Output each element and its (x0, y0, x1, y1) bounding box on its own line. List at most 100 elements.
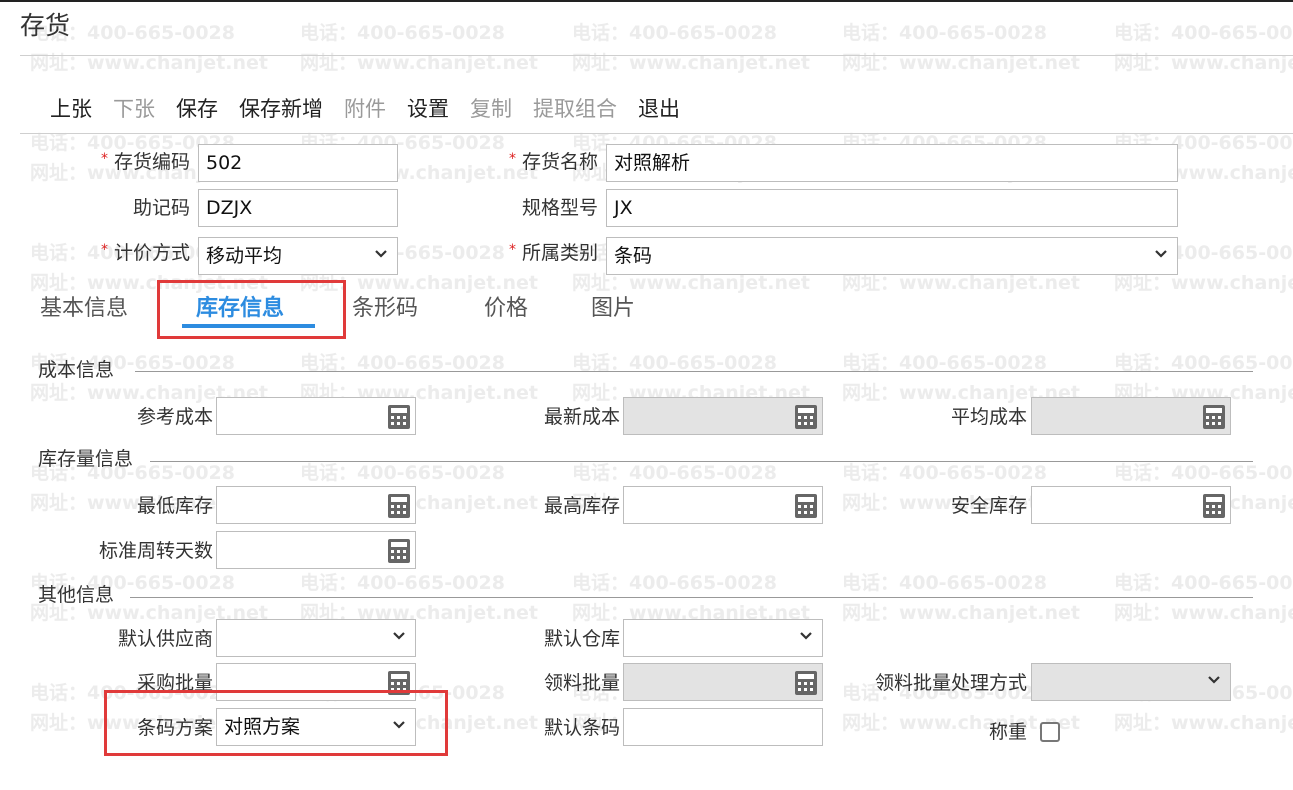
spec-input[interactable]: JX (606, 189, 1178, 227)
name-label: * 存货名称 (509, 150, 598, 176)
watermark-phone: 电话：400-665-0028 (300, 22, 505, 44)
watermark-site: 网址：www.chanjet.net (1114, 712, 1293, 734)
highlight-box-tab (157, 280, 346, 339)
name-input[interactable]: 对照解析 (606, 144, 1178, 182)
watermark-site: 网址：www.chanjet.net (842, 602, 1080, 624)
default-barcode-input[interactable] (623, 708, 823, 746)
watermark-site: 网址：www.chanjet.net (1114, 52, 1293, 74)
latest-cost-input (623, 397, 823, 435)
chevron-down-icon[interactable] (373, 246, 389, 262)
turnover-days-input[interactable] (216, 531, 416, 569)
watermark-site: 网址：www.chanjet.net (30, 52, 268, 74)
watermark-phone: 电话：400-665-0028 (1114, 572, 1293, 594)
required-marker: * (100, 151, 108, 167)
pick-batch-method-select (1031, 663, 1231, 701)
highlight-box-barcode-scheme (104, 690, 448, 756)
watermark-phone: 电话：400-665-0028 (842, 572, 1047, 594)
watermark-site: 网址：www.chanjet.net (1114, 602, 1293, 624)
watermark-phone: 电话：400-665-0028 (300, 572, 505, 594)
stock-section-title: 库存量信息 (38, 448, 134, 470)
window-title: 存货 (20, 11, 71, 40)
tab-barcode[interactable]: 条形码 (352, 290, 418, 322)
category-label-text: 所属类别 (521, 242, 598, 264)
watermark-phone: 电话：400-665-0028 (572, 22, 777, 44)
stock-section-line (150, 461, 1253, 462)
exit-button[interactable]: 退出 (638, 92, 680, 128)
safe-stock-input[interactable] (1031, 486, 1231, 524)
category-value: 条码 (614, 245, 653, 267)
calculator-icon (795, 405, 817, 429)
pricing-method-label-text: 计价方式 (113, 242, 190, 264)
pick-batch-input (623, 663, 823, 701)
tab-image[interactable]: 图片 (591, 290, 635, 322)
calculator-icon[interactable] (388, 405, 410, 429)
pricing-method-select[interactable]: 移动平均 (198, 237, 398, 275)
tab-price[interactable]: 价格 (484, 290, 528, 322)
pricing-method-value: 移动平均 (206, 245, 283, 267)
watermark-phone: 电话：400-665-0028 (1114, 462, 1293, 484)
safe-stock-label: 安全库存 (950, 495, 1027, 517)
copy-button[interactable]: 复制 (470, 92, 512, 128)
watermark-phone: 电话：400-665-0028 (300, 462, 505, 484)
watermark-site: 网址：www.chanjet.net (572, 52, 810, 74)
other-section-line (130, 597, 1253, 598)
chevron-down-icon[interactable] (1153, 246, 1169, 262)
save-and-new-button[interactable]: 保存新增 (239, 92, 323, 128)
watermark-site: 网址：www.chanjet.net (300, 52, 538, 74)
toolbar: 上张 下张 保存 保存新增 附件 设置 复制 提取组合 退出 (50, 92, 701, 128)
calculator-icon[interactable] (388, 539, 410, 563)
extract-combo-button[interactable]: 提取组合 (533, 92, 617, 128)
default-supplier-label: 默认供应商 (117, 628, 213, 650)
code-input[interactable]: 502 (198, 144, 398, 182)
avg-cost-input (1031, 397, 1231, 435)
mnemonic-input[interactable]: DZJX (198, 189, 398, 227)
required-marker: * (508, 242, 516, 258)
calculator-icon[interactable] (388, 494, 410, 518)
title-divider (20, 55, 1293, 56)
save-button[interactable]: 保存 (176, 92, 218, 128)
pricing-method-label: * 计价方式 (101, 241, 190, 267)
spec-label: 规格型号 (521, 197, 598, 219)
pick-batch-method-label: 领料批量处理方式 (874, 672, 1027, 694)
chevron-down-icon[interactable] (391, 628, 407, 644)
watermark-phone: 电话：400-665-0028 (572, 572, 777, 594)
weighing-checkbox[interactable] (1040, 722, 1060, 742)
watermark-phone: 电话：400-665-0028 (572, 462, 777, 484)
calculator-icon (795, 671, 817, 695)
other-section-title: 其他信息 (38, 584, 115, 606)
latest-cost-label: 最新成本 (543, 406, 620, 428)
watermark-site: 网址：www.chanjet.net (842, 52, 1080, 74)
chevron-down-icon (1208, 676, 1220, 684)
min-stock-label: 最低库存 (136, 495, 213, 517)
default-warehouse-label: 默认仓库 (543, 628, 620, 650)
ref-cost-label: 参考成本 (136, 406, 213, 428)
settings-button[interactable]: 设置 (407, 92, 449, 128)
avg-cost-label: 平均成本 (950, 406, 1027, 428)
min-stock-input[interactable] (216, 486, 416, 524)
category-select[interactable]: 条码 (606, 237, 1178, 275)
name-label-text: 存货名称 (521, 151, 598, 173)
toolbar-divider (20, 133, 1293, 134)
attachment-button[interactable]: 附件 (344, 92, 386, 128)
cost-section-title: 成本信息 (38, 359, 115, 381)
max-stock-input[interactable] (623, 486, 823, 524)
mnemonic-label: 助记码 (132, 197, 190, 219)
chevron-down-icon[interactable] (798, 628, 814, 644)
category-label: * 所属类别 (509, 241, 598, 267)
watermark-phone: 电话：400-665-0028 (1114, 22, 1293, 44)
required-marker: * (100, 242, 108, 258)
watermark-phone: 电话：400-665-0028 (842, 22, 1047, 44)
default-supplier-select[interactable] (216, 619, 416, 657)
ref-cost-input[interactable] (216, 397, 416, 435)
prev-record-button[interactable]: 上张 (50, 92, 92, 128)
default-warehouse-select[interactable] (623, 619, 823, 657)
cost-section-line (135, 371, 1253, 372)
calculator-icon[interactable] (795, 494, 817, 518)
calculator-icon[interactable] (1203, 494, 1225, 518)
top-border (0, 0, 1293, 2)
next-record-button[interactable]: 下张 (113, 92, 155, 128)
tab-basic-info[interactable]: 基本信息 (40, 290, 128, 322)
default-barcode-label: 默认条码 (543, 717, 620, 739)
watermark-phone: 电话：400-665-0028 (842, 462, 1047, 484)
turnover-days-label: 标准周转天数 (98, 540, 213, 562)
